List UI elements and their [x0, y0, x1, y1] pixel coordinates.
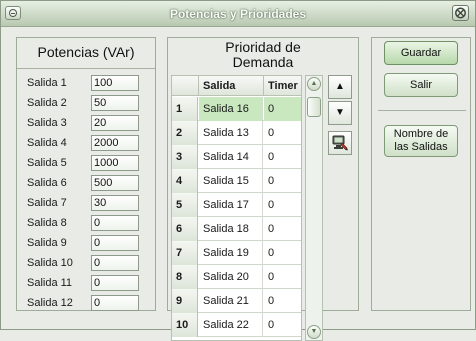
potencia-label: Salida 8 — [27, 217, 67, 229]
table-corner — [172, 76, 199, 96]
window: Potencias y Prioridades ⨂ Potencias (VAr… — [0, 0, 476, 341]
cell-timer: 0 — [268, 151, 275, 163]
potencia-input[interactable] — [91, 175, 139, 191]
potencias-title: Potencias (VAr) — [37, 44, 135, 60]
potencia-label: Salida 5 — [27, 157, 67, 169]
table-row[interactable]: 8 Salida 20 0 — [172, 265, 301, 289]
actions-panel: Guardar Salir Nombre de las Salidas — [371, 37, 471, 311]
prioridad-title: Prioridad de Demanda — [168, 40, 358, 70]
cell-salida: Salida 17 — [199, 193, 263, 217]
move-up-button[interactable]: ▲ — [328, 75, 352, 99]
computer-edit-icon — [332, 135, 348, 151]
potencia-input[interactable] — [91, 95, 139, 111]
cell-salida: Salida 19 — [199, 241, 263, 265]
edit-button[interactable] — [328, 131, 352, 155]
table-row[interactable]: 2 Salida 13 0 — [172, 121, 301, 145]
table-row[interactable]: 4 Salida 15 0 — [172, 169, 301, 193]
potencia-input[interactable] — [91, 295, 139, 311]
potencia-input[interactable] — [91, 215, 139, 231]
guardar-button[interactable]: Guardar — [384, 41, 458, 65]
cell-salida: Salida 16 — [199, 97, 263, 121]
potencia-input[interactable] — [91, 135, 139, 151]
potencia-input[interactable] — [91, 275, 139, 291]
salir-button[interactable]: Salir — [384, 73, 458, 97]
row-number: 10 — [172, 313, 198, 337]
scroll-up-icon[interactable]: ▲ — [307, 77, 321, 91]
potencias-panel: Potencias (VAr) Salida 1 Salida 2 Salida 3… — [16, 37, 156, 311]
window-title: Potencias y Prioridades — [169, 7, 307, 21]
prioridad-panel: Prioridad de Demanda Salida Timer 1 Salid… — [167, 37, 359, 341]
cell-salida: Salida 15 — [199, 169, 263, 193]
cell-timer: 0 — [268, 319, 275, 331]
cell-timer: 0 — [268, 199, 275, 211]
scroll-thumb[interactable] — [307, 97, 321, 117]
cell-salida: Salida 14 — [199, 145, 263, 169]
potencia-label: Salida 6 — [27, 177, 67, 189]
table-row[interactable]: 10 Salida 22 0 — [172, 313, 301, 337]
column-header-timer[interactable]: Timer — [264, 76, 301, 96]
cell-timer: 0 — [268, 295, 275, 307]
row-number: 9 — [172, 289, 198, 313]
cell-timer: 0 — [264, 97, 301, 121]
table-row[interactable]: 6 Salida 18 0 — [172, 217, 301, 241]
prioridad-title-line1: Prioridad de — [225, 39, 301, 55]
potencia-label: Salida 9 — [27, 237, 67, 249]
potencia-label: Salida 2 — [27, 97, 67, 109]
row-number: 8 — [172, 265, 198, 289]
nombre-salidas-button[interactable]: Nombre de las Salidas — [384, 125, 458, 157]
row-number: 5 — [172, 193, 198, 217]
row-number: 7 — [172, 241, 198, 265]
cell-salida: Salida 22 — [199, 313, 263, 337]
cell-salida: Salida 21 — [199, 289, 263, 313]
prioridad-title-line2: Demanda — [232, 54, 294, 70]
potencia-input[interactable] — [91, 195, 139, 211]
row-number: 2 — [172, 121, 198, 145]
table-row[interactable]: 9 Salida 21 0 — [172, 289, 301, 313]
potencia-label: Salida 3 — [27, 117, 67, 129]
potencias-divider — [17, 68, 155, 69]
potencia-label: Salida 1 — [27, 77, 67, 89]
potencia-input[interactable] — [91, 235, 139, 251]
potencia-label: Salida 4 — [27, 137, 67, 149]
cell-salida: Salida 13 — [199, 121, 263, 145]
row-number: 6 — [172, 217, 198, 241]
cell-timer: 0 — [268, 175, 275, 187]
cell-timer: 0 — [268, 271, 275, 283]
cell-salida: Salida 20 — [199, 265, 263, 289]
row-number: 3 — [172, 145, 198, 169]
move-down-button[interactable]: ▼ — [328, 101, 352, 125]
scroll-down-icon[interactable]: ▼ — [307, 325, 321, 339]
row-number: 4 — [172, 169, 198, 193]
table-row[interactable]: 3 Salida 14 0 — [172, 145, 301, 169]
title-bar[interactable]: Potencias y Prioridades ⨂ — [1, 1, 475, 27]
row-number: 1 — [172, 97, 198, 121]
potencia-input[interactable] — [91, 255, 139, 271]
potencia-input[interactable] — [91, 115, 139, 131]
potencia-input[interactable] — [91, 75, 139, 91]
column-header-salida[interactable]: Salida — [199, 76, 264, 96]
table-scrollbar[interactable]: ▲ ▼ — [305, 75, 323, 341]
arrow-down-icon: ▼ — [335, 107, 345, 118]
potencia-label: Salida 12 — [27, 297, 73, 309]
cell-timer: 0 — [268, 223, 275, 235]
potencia-label: Salida 11 — [27, 277, 73, 289]
close-icon[interactable]: ⨂ — [452, 5, 469, 21]
nombre-salidas-line1: Nombre de — [393, 128, 449, 140]
cell-timer: 0 — [268, 247, 275, 259]
table-row[interactable]: 1 Salida 16 0 — [172, 97, 301, 121]
table-row[interactable]: 7 Salida 19 0 — [172, 241, 301, 265]
potencia-input[interactable] — [91, 155, 139, 171]
potencia-label: Salida 10 — [27, 257, 73, 269]
actions-divider — [378, 110, 466, 111]
nombre-salidas-line2: las Salidas — [394, 141, 448, 153]
prioridad-table: Salida Timer 1 Salida 16 0 2 Salida 13 0 3 Sali… — [171, 75, 302, 341]
potencia-label: Salida 7 — [27, 197, 67, 209]
cell-salida: Salida 18 — [199, 217, 263, 241]
arrow-up-icon: ▲ — [335, 81, 345, 92]
table-row[interactable]: 5 Salida 17 0 — [172, 193, 301, 217]
cell-timer: 0 — [268, 127, 275, 139]
